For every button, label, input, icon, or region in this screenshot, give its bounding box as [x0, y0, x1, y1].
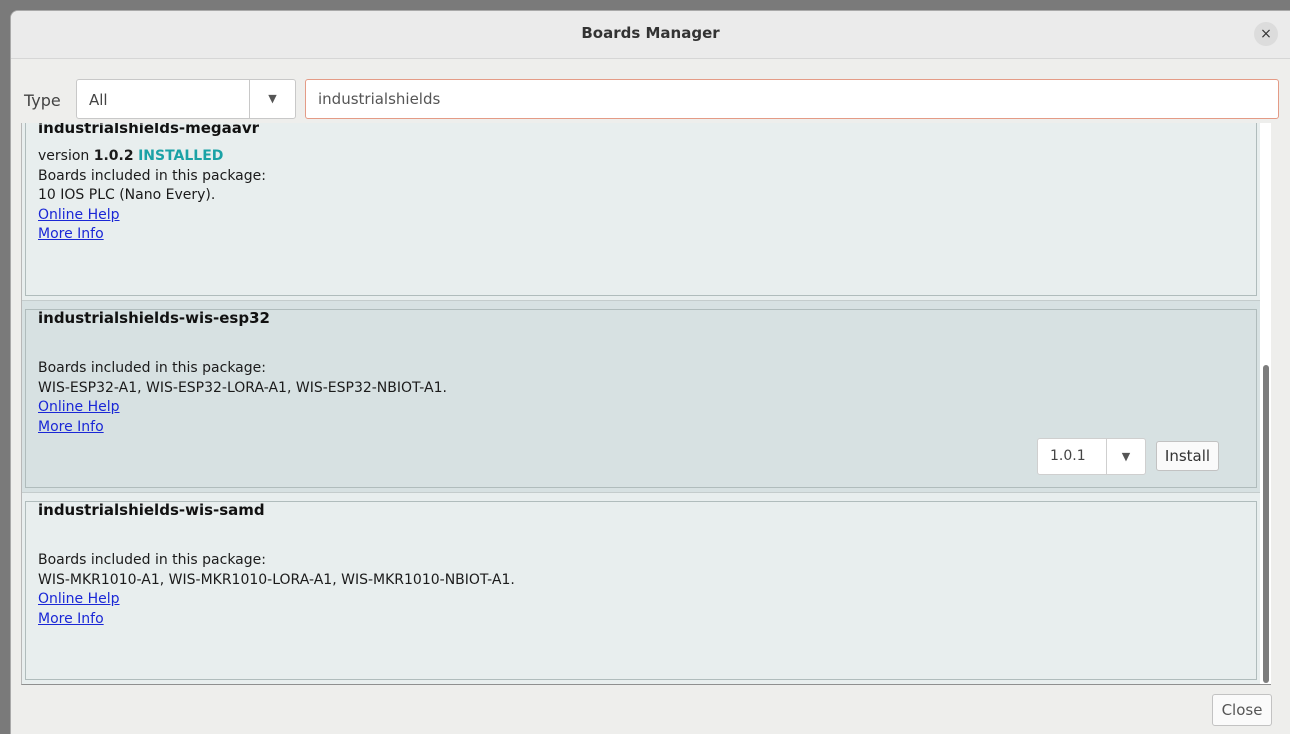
- version-line: version 1.0.2 INSTALLED: [38, 147, 266, 167]
- more-info-link[interactable]: More Info: [38, 419, 104, 435]
- list-scrollbar[interactable]: [1260, 123, 1271, 684]
- more-info-link[interactable]: More Info: [38, 611, 104, 627]
- board-entry-megaavr[interactable]: industrialshields-megaavr version 1.0.2 …: [22, 123, 1260, 301]
- installed-badge: INSTALLED: [138, 148, 224, 164]
- install-button[interactable]: Install: [1156, 441, 1219, 471]
- online-help-link[interactable]: Online Help: [38, 591, 120, 607]
- entry-title: industrialshields-wis-samd: [38, 501, 265, 519]
- search-input[interactable]: [305, 79, 1279, 119]
- scrollbar-thumb[interactable]: [1263, 365, 1269, 683]
- boards-heading: Boards included in this package:: [38, 167, 266, 184]
- chevron-down-icon: ▼: [249, 80, 295, 118]
- online-help-link[interactable]: Online Help: [38, 207, 120, 223]
- window-close-button[interactable]: ×: [1254, 22, 1278, 46]
- filter-toolbar: Type All ▼: [11, 59, 1290, 123]
- close-button[interactable]: Close: [1212, 694, 1272, 726]
- chevron-down-icon: ▼: [1106, 439, 1145, 474]
- window-title: Boards Manager: [581, 24, 720, 42]
- entry-title: industrialshields-megaavr: [38, 123, 260, 137]
- boards-list-text: WIS-MKR1010-A1, WIS-MKR1010-LORA-A1, WIS…: [38, 571, 515, 588]
- entry-body: Boards included in this package: WIS-ESP…: [38, 359, 447, 437]
- entry-body: Boards included in this package: WIS-MKR…: [38, 551, 515, 629]
- installed-version: 1.0.2: [93, 148, 134, 164]
- boards-manager-window: Boards Manager × Type All ▼ industrialsh…: [10, 10, 1290, 734]
- board-entry-wis-esp32[interactable]: industrialshields-wis-esp32 Boards inclu…: [22, 301, 1260, 493]
- board-entry-wis-samd[interactable]: industrialshields-wis-samd Boards includ…: [22, 493, 1260, 684]
- online-help-link[interactable]: Online Help: [38, 399, 120, 415]
- boards-list: industrialshields-megaavr version 1.0.2 …: [21, 123, 1271, 685]
- type-label: Type: [24, 91, 61, 110]
- more-info-link[interactable]: More Info: [38, 226, 104, 242]
- boards-list-text: WIS-ESP32-A1, WIS-ESP32-LORA-A1, WIS-ESP…: [38, 379, 447, 396]
- version-prefix: version: [38, 148, 90, 164]
- entry-body: version 1.0.2 INSTALLED Boards included …: [38, 147, 266, 245]
- title-bar: Boards Manager ×: [11, 11, 1290, 59]
- boards-heading: Boards included in this package:: [38, 360, 266, 376]
- boards-heading: Boards included in this package:: [38, 552, 266, 568]
- version-dropdown[interactable]: 1.0.1 ▼: [1037, 438, 1146, 475]
- version-dropdown-value: 1.0.1: [1050, 448, 1086, 464]
- close-icon: ×: [1260, 26, 1272, 42]
- type-dropdown-value: All: [89, 91, 108, 109]
- boards-list-text: 10 IOS PLC (Nano Every).: [38, 187, 216, 203]
- type-dropdown[interactable]: All ▼: [76, 79, 296, 119]
- entry-title: industrialshields-wis-esp32: [38, 309, 270, 327]
